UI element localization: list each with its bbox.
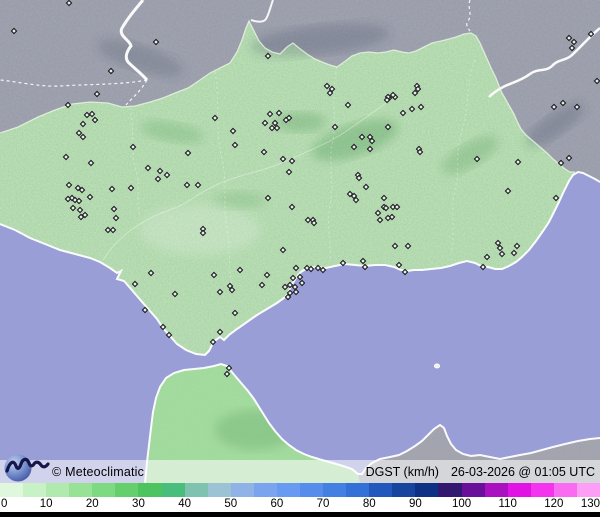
scale-segment	[115, 483, 139, 497]
scale-segment	[576, 483, 600, 497]
scale-segment	[207, 483, 231, 497]
scale-segment	[92, 483, 116, 497]
scale-tick: 80	[362, 498, 376, 510]
scale-tick: 110	[498, 498, 517, 510]
scale-tick: 40	[178, 498, 192, 510]
meteoclimatic-logo	[3, 451, 53, 485]
scale-segment	[323, 483, 347, 497]
map-variable-label: DGST (km/h)	[365, 464, 439, 479]
meteoclimatic-logo-icon	[4, 454, 50, 482]
scale-segment	[438, 483, 462, 497]
scale-segment	[46, 483, 70, 497]
scale-tick: 70	[316, 498, 330, 510]
scale-tick: 60	[270, 498, 284, 510]
island-dot	[433, 363, 441, 369]
scale-segment	[484, 483, 508, 497]
scale-segment	[184, 483, 208, 497]
color-scale-gradient	[0, 483, 600, 497]
scale-tick: 130	[580, 498, 600, 510]
weather-map-image: © Meteoclimatic DGST (km/h) 26-03-2026 @…	[0, 0, 600, 517]
scale-segment	[161, 483, 185, 497]
info-bar: © Meteoclimatic DGST (km/h) 26-03-2026 @…	[0, 454, 600, 483]
scale-segment	[553, 483, 577, 497]
scale-segment	[69, 483, 93, 497]
scale-segment	[300, 483, 324, 497]
credit-text: © Meteoclimatic	[52, 464, 145, 479]
scale-segment	[461, 483, 485, 497]
scale-segment	[276, 483, 301, 497]
scale-segment	[369, 483, 393, 497]
andalusia-gust-map	[0, 0, 600, 483]
scale-segment	[253, 483, 277, 497]
scale-tick: 20	[85, 498, 99, 510]
scale-segment	[530, 483, 554, 497]
scale-tick: 50	[224, 498, 238, 510]
scale-tick: 10	[39, 498, 53, 510]
scale-tick: 100	[451, 498, 472, 510]
scale-segment	[392, 483, 416, 497]
scale-tick: 30	[132, 498, 145, 510]
scale-tick: 90	[408, 498, 422, 510]
color-scale-legend: 0 10 20 30 40 50 60 70 80 90 100 110 120 130	[0, 483, 600, 512]
map-title-group: DGST (km/h) 26-03-2026 @ 01:05 UTC	[366, 460, 595, 483]
map-datetime: 26-03-2026 @ 01:05 UTC	[450, 464, 595, 479]
scale-tick: 120	[544, 498, 564, 510]
color-scale-ticks: 0 10 20 30 40 50 60 70 80 90 100 110 120 130	[0, 497, 600, 512]
scale-segment	[0, 483, 24, 497]
bottom-border	[0, 512, 600, 517]
scale-segment	[507, 483, 531, 497]
scale-segment	[23, 483, 47, 497]
scale-segment	[230, 483, 254, 497]
scale-segment	[415, 483, 439, 497]
scale-tick: 0	[1, 498, 8, 510]
scale-segment	[138, 483, 162, 497]
scale-segment	[346, 483, 370, 497]
